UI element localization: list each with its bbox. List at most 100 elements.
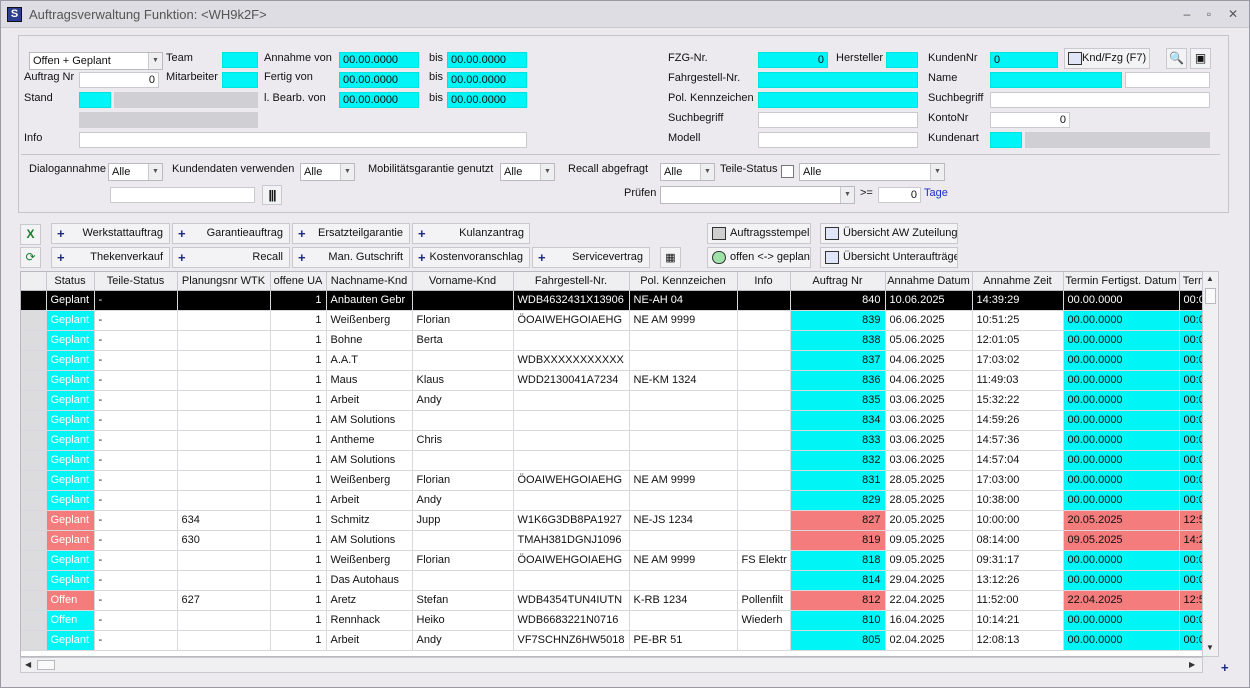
scroll-down-icon[interactable]: ▼ <box>1206 643 1214 652</box>
fertig-bis-field[interactable]: 00.00.0000 <box>447 72 527 88</box>
column-header[interactable]: Info <box>737 272 791 291</box>
knd-fzg-button[interactable]: Knd/Fzg (F7) <box>1064 48 1150 69</box>
table-row[interactable]: Geplant - 1 Arbeit Andy VF7SCHNZ6HW5018 PE-BR … <box>21 630 1212 651</box>
name-field[interactable] <box>990 72 1122 88</box>
row-selector[interactable] <box>21 310 47 331</box>
row-selector[interactable] <box>21 610 47 631</box>
bearb-von-field[interactable]: 00.00.0000 <box>339 92 419 108</box>
maximize-button[interactable]: ▫ <box>1199 5 1219 23</box>
row-selector[interactable] <box>21 550 47 571</box>
table-row[interactable]: Geplant - 1 A.A.T WDBXXXXXXXXXXX 837 04.06.202… <box>21 350 1212 371</box>
column-header[interactable]: Auftrag Nr <box>790 272 886 291</box>
table-row[interactable]: Geplant -634 1 Schmitz Jupp W1K6G3DB8PA1927 NE… <box>21 510 1212 531</box>
table-row[interactable]: Geplant -630 1 AM Solutions TMAH381DGNJ1096 8… <box>21 530 1212 551</box>
orders-grid[interactable]: Status Teile-Status Planungsnr WTK offene U… <box>20 271 1219 657</box>
fertig-von-field[interactable]: 00.00.0000 <box>339 72 419 88</box>
garantieauftrag-button[interactable]: + Garantieauftrag <box>172 223 290 244</box>
auftragsstempel-button[interactable]: Auftragsstempel <box>707 223 811 244</box>
mitarbeiter-field[interactable] <box>222 72 258 88</box>
row-selector[interactable] <box>21 370 47 391</box>
table-row[interactable]: Geplant - 1 Bohne Berta 838 05.06.2025 12:01:05… <box>21 330 1212 351</box>
horizontal-scrollbar[interactable]: ◀ ▶ <box>20 657 1203 673</box>
film-button[interactable]: ▦ <box>660 247 681 268</box>
offen-geplant-button[interactable]: offen <-> geplant <box>707 247 811 268</box>
scroll-up-icon[interactable]: ▲ <box>1206 274 1214 283</box>
row-selector[interactable] <box>21 470 47 491</box>
unterauftraege-button[interactable]: Übersicht Unteraufträge <box>820 247 958 268</box>
row-selector[interactable] <box>21 350 47 371</box>
kundendaten-combo[interactable]: Alle ▼ <box>300 163 355 181</box>
row-selector[interactable] <box>21 630 47 651</box>
scrollbar-thumb[interactable] <box>37 660 55 670</box>
kundennr-field[interactable]: 0 <box>990 52 1058 68</box>
info-field[interactable] <box>79 132 527 148</box>
row-selector[interactable] <box>21 450 47 471</box>
barcode-button[interactable]: ||| <box>262 185 282 205</box>
name-field-2[interactable] <box>1125 72 1210 88</box>
column-header[interactable]: Planungsnr WTK <box>177 272 271 291</box>
vertical-scrollbar[interactable]: ▲ ▼ <box>1202 271 1219 657</box>
thekenverkauf-button[interactable]: + Thekenverkauf <box>51 247 170 268</box>
table-row[interactable]: Geplant - 1 Weißenberg Florian ÖOAIWEHGOIAEHG… <box>21 470 1212 491</box>
fahrgestell-field[interactable] <box>758 72 918 88</box>
scroll-left-icon[interactable]: ◀ <box>25 660 31 669</box>
add-row-icon[interactable]: + <box>1221 661 1232 674</box>
column-header[interactable]: Pol. Kennzeichen <box>629 272 738 291</box>
column-header[interactable]: Termin Fertigst. Datum <box>1063 272 1180 291</box>
pruefen-value-field[interactable]: 0 <box>878 187 921 203</box>
column-header[interactable]: Teile-Status <box>94 272 178 291</box>
suchbegriff-field[interactable] <box>758 112 918 128</box>
ersatzteilgarantie-button[interactable]: + Ersatzteilgarantie <box>292 223 410 244</box>
barcode-input[interactable] <box>110 187 255 203</box>
column-header[interactable]: Status <box>46 272 95 291</box>
man-gutschrift-button[interactable]: + Man. Gutschrift <box>292 247 410 268</box>
table-row[interactable]: Geplant - 1 Anbauten Gebr WDB4632431X13906 NE… <box>21 290 1212 311</box>
table-row[interactable]: Geplant - 1 Antheme Chris 833 03.06.2025 14:57:… <box>21 430 1212 451</box>
kundenart-field[interactable] <box>990 132 1022 148</box>
werkstattauftrag-button[interactable]: + Werkstattauftrag <box>51 223 170 244</box>
kostenvoranschlag-button[interactable]: + Kostenvoranschlag <box>412 247 530 268</box>
table-row[interactable]: Geplant - 1 Arbeit Andy 835 03.06.2025 15:32:22… <box>21 390 1212 411</box>
kontonr-field[interactable]: 0 <box>990 112 1070 128</box>
refresh-button[interactable]: ⟳ <box>20 247 41 268</box>
close-button[interactable]: ✕ <box>1223 5 1243 23</box>
team-field[interactable] <box>222 52 258 68</box>
modell-field[interactable] <box>758 132 918 148</box>
table-row[interactable]: Offen -627 1 Aretz Stefan WDB4354TUN4IUTN K-RB… <box>21 590 1212 611</box>
annahme-von-field[interactable]: 00.00.0000 <box>339 52 419 68</box>
column-header[interactable]: Nachname-Knd <box>326 272 413 291</box>
dialogannahme-combo[interactable]: Alle ▼ <box>108 163 163 181</box>
column-header[interactable]: Vorname-Knd <box>412 272 514 291</box>
scrollbar-thumb[interactable] <box>1205 288 1216 304</box>
search-clear-button[interactable]: 🔍 <box>1166 48 1187 69</box>
row-selector[interactable] <box>21 290 47 311</box>
row-selector[interactable] <box>21 430 47 451</box>
table-row[interactable]: Geplant - 1 Weißenberg Florian ÖOAIWEHGOIAEHG… <box>21 550 1212 571</box>
table-row[interactable]: Geplant - 1 Maus Klaus WDD2130041A7234 NE-KM 1… <box>21 370 1212 391</box>
fzg-nr-field[interactable]: 0 <box>758 52 828 68</box>
table-row[interactable]: Geplant - 1 Das Autohaus 814 29.04.2025 13:12:… <box>21 570 1212 591</box>
kennzeichen-field[interactable] <box>758 92 918 108</box>
row-selector[interactable] <box>21 490 47 511</box>
mobilitaet-combo[interactable]: Alle ▼ <box>500 163 555 181</box>
row-selector[interactable] <box>21 590 47 611</box>
aw-zuteilung-button[interactable]: Übersicht AW Zuteilung <box>820 223 958 244</box>
column-header[interactable]: Fahrgestell-Nr. <box>513 272 630 291</box>
hersteller-field[interactable] <box>886 52 918 68</box>
excel-export-button[interactable]: X <box>20 224 41 245</box>
row-selector[interactable] <box>21 410 47 431</box>
status-filter-combo[interactable]: Offen + Geplant ▼ <box>29 52 163 70</box>
table-row[interactable]: Offen - 1 Rennhack Heiko WDB6683221N0716 Wiede… <box>21 610 1212 631</box>
auftrag-nr-field[interactable]: 0 <box>79 72 159 88</box>
row-selector[interactable] <box>21 570 47 591</box>
servicevertrag-button[interactable]: + Servicevertrag <box>532 247 650 268</box>
table-row[interactable]: Geplant - 1 AM Solutions 834 03.06.2025 14:59:… <box>21 410 1212 431</box>
table-row[interactable]: Geplant - 1 Arbeit Andy 829 28.05.2025 10:38:00… <box>21 490 1212 511</box>
row-selector[interactable] <box>21 510 47 531</box>
column-header[interactable]: Annahme Datum <box>885 272 973 291</box>
column-header[interactable]: Annahme Zeit <box>972 272 1064 291</box>
teile-status-checkbox[interactable] <box>781 165 794 178</box>
minimize-button[interactable]: – <box>1177 5 1197 23</box>
kunden-suchbegriff-field[interactable] <box>990 92 1210 108</box>
table-row[interactable]: Geplant - 1 Weißenberg Florian ÖOAIWEHGOIAEHG… <box>21 310 1212 331</box>
